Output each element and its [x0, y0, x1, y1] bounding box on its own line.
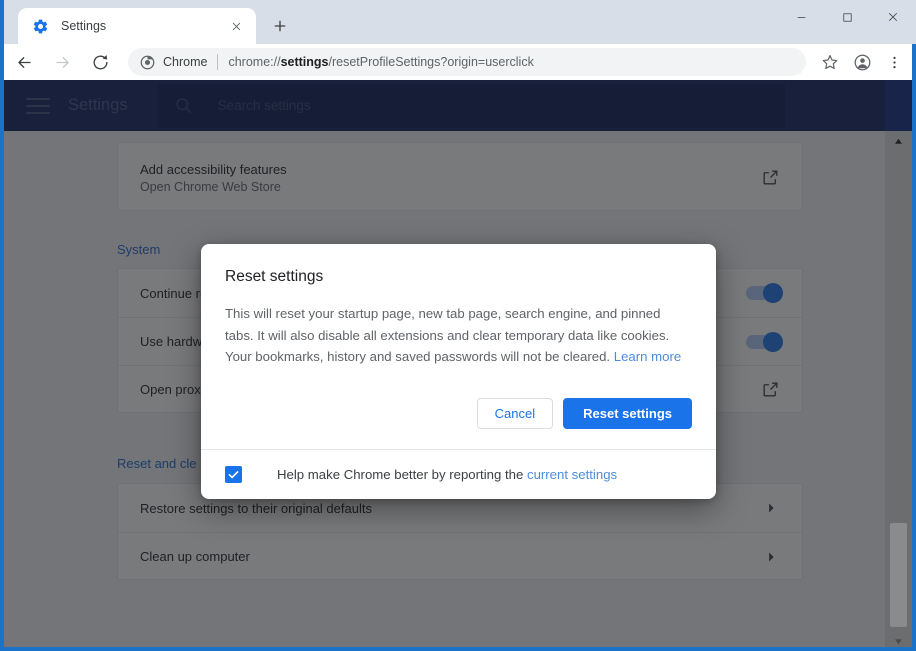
- window-controls: [778, 0, 916, 34]
- window-border-left: [0, 44, 4, 651]
- omnibox-chip-label: Chrome: [163, 55, 208, 69]
- scrollbar-thumb[interactable]: [890, 523, 907, 627]
- dialog-description: This will reset your startup page, new t…: [225, 303, 692, 368]
- tab-title: Settings: [61, 19, 107, 33]
- tab-close-icon[interactable]: [226, 16, 246, 36]
- settings-gear-icon: [32, 18, 49, 35]
- dialog-description-text: This will reset your startup page, new t…: [225, 306, 670, 364]
- modal-scrim-header: [4, 80, 912, 131]
- browser-toolbar: Chrome chrome://settings/resetProfileSet…: [0, 44, 916, 80]
- maximize-button[interactable]: [824, 0, 870, 34]
- dialog-title: Reset settings: [225, 268, 324, 285]
- omnibox-url: chrome://settings/resetProfileSettings?o…: [228, 55, 533, 69]
- toolbar-right-icons: [814, 46, 910, 78]
- window-border-right: [912, 44, 916, 651]
- chrome-logo-icon: [140, 55, 155, 70]
- window-border-bottom: [0, 647, 916, 651]
- profile-avatar-icon[interactable]: [846, 46, 878, 78]
- close-button[interactable]: [870, 0, 916, 34]
- dialog-actions: Cancel Reset settings: [201, 386, 716, 449]
- current-settings-link[interactable]: current settings: [527, 467, 617, 482]
- back-arrow-icon[interactable]: [8, 46, 40, 78]
- report-settings-label: Help make Chrome better by reporting the…: [277, 467, 617, 482]
- report-settings-text: Help make Chrome better by reporting the: [277, 466, 524, 482]
- url-bold-segment: settings: [280, 55, 329, 69]
- browser-window: Settings Chrome chrome://settings/resetP…: [0, 0, 916, 651]
- learn-more-link[interactable]: Learn more: [614, 349, 681, 364]
- reset-settings-button[interactable]: Reset settings: [563, 397, 692, 429]
- new-tab-button[interactable]: [266, 12, 294, 40]
- minimize-button[interactable]: [778, 0, 824, 34]
- cancel-button[interactable]: Cancel: [476, 397, 554, 429]
- dialog-footer: Help make Chrome better by reporting the…: [201, 448, 716, 499]
- three-dot-menu-icon[interactable]: [878, 46, 910, 78]
- url-prefix: chrome://: [228, 55, 281, 69]
- reload-icon[interactable]: [84, 46, 116, 78]
- vertical-scrollbar[interactable]: [885, 131, 912, 651]
- scroll-up-arrow-icon[interactable]: [885, 131, 912, 151]
- omnibox-divider: [217, 54, 219, 70]
- dialog-body: Reset settings This will reset your star…: [201, 244, 716, 386]
- browser-tab-settings[interactable]: Settings: [18, 8, 256, 44]
- url-suffix: /resetProfileSettings?origin=userclick: [328, 55, 534, 69]
- forward-arrow-icon: [46, 46, 78, 78]
- star-icon[interactable]: [814, 46, 846, 78]
- reset-settings-dialog: Reset settings This will reset your star…: [201, 244, 716, 499]
- tab-strip: Settings: [0, 0, 916, 44]
- address-bar[interactable]: Chrome chrome://settings/resetProfileSet…: [128, 48, 806, 76]
- window-edge-left-top: [0, 0, 4, 44]
- report-settings-checkbox[interactable]: [225, 465, 242, 483]
